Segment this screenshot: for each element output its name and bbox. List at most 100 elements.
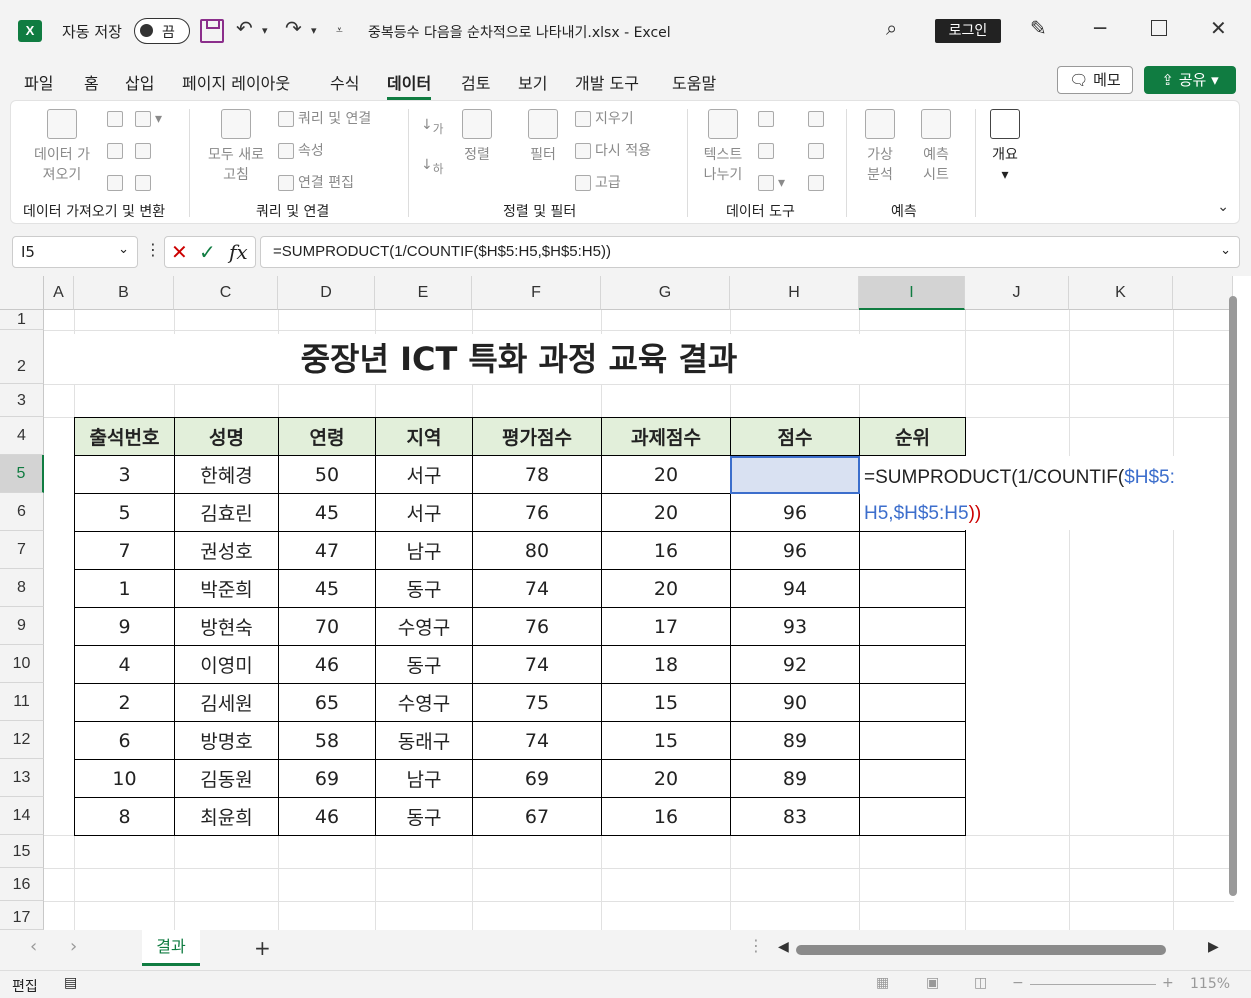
what-if-analysis-button[interactable]: 가상 분석 — [857, 109, 903, 185]
cell[interactable] — [859, 797, 966, 836]
cell[interactable] — [859, 645, 966, 684]
cell[interactable]: 권성호 — [174, 531, 279, 570]
recent-sources-icon[interactable] — [135, 141, 155, 161]
cell[interactable]: 74 — [472, 645, 602, 684]
zoom-level[interactable]: 115% — [1190, 976, 1230, 992]
sheet-tab-result[interactable]: 결과 — [142, 930, 200, 966]
tab-help[interactable]: 도움말 — [672, 70, 716, 94]
enter-icon[interactable]: ✓ — [199, 240, 216, 264]
cell[interactable]: 16 — [601, 531, 731, 570]
filter-button[interactable]: 필터 — [521, 109, 565, 165]
cell[interactable]: 17 — [601, 607, 731, 646]
tab-review[interactable]: 검토 — [461, 70, 490, 94]
header-attendance-number[interactable]: 출석번호 — [74, 417, 175, 456]
advanced-filter-button[interactable]: 고급 — [575, 173, 621, 193]
cell[interactable] — [859, 531, 966, 570]
accessibility-icon[interactable]: ▤ — [64, 975, 77, 991]
header-evaluation-score[interactable]: 평가점수 — [472, 417, 602, 456]
cell[interactable]: 5 — [74, 493, 175, 532]
column-header-l[interactable] — [1173, 276, 1233, 310]
cell[interactable] — [859, 759, 966, 798]
forecast-sheet-button[interactable]: 예측 시트 — [913, 109, 959, 185]
properties-button[interactable]: 속성 — [278, 141, 324, 161]
cell[interactable]: 89 — [730, 759, 860, 798]
cell[interactable]: 58 — [278, 721, 376, 760]
refresh-all-button[interactable]: 모두 새로 고침 — [200, 109, 272, 185]
close-icon[interactable]: ✕ — [1210, 16, 1227, 40]
outline-button[interactable]: 개요 ▾ — [986, 109, 1024, 185]
tab-file[interactable]: 파일 — [24, 70, 53, 94]
cell[interactable]: 3 — [74, 455, 175, 494]
from-range-icon[interactable] — [107, 173, 127, 193]
cell[interactable]: 18 — [601, 645, 731, 684]
collapse-ribbon-icon[interactable]: ⌄ — [1217, 199, 1229, 215]
remove-duplicates-icon[interactable] — [758, 141, 778, 161]
minimize-icon[interactable]: ─ — [1094, 16, 1106, 40]
cell[interactable]: 74 — [472, 721, 602, 760]
cell[interactable]: 8 — [74, 797, 175, 836]
row-header[interactable]: 15 — [0, 835, 44, 868]
tab-page-layout[interactable]: 페이지 레이아웃 — [182, 70, 290, 94]
name-box-dropdown-icon[interactable]: ⌄ — [118, 242, 129, 257]
tab-data[interactable]: 데이터 — [387, 70, 432, 100]
cell[interactable]: 65 — [278, 683, 376, 722]
row-header[interactable]: 4 — [0, 417, 44, 455]
cell[interactable]: 4 — [74, 645, 175, 684]
column-header-d[interactable]: D — [278, 276, 375, 310]
cell[interactable]: 45 — [278, 569, 376, 608]
cell[interactable]: 동구 — [375, 797, 473, 836]
cell[interactable]: 74 — [472, 569, 602, 608]
header-region[interactable]: 지역 — [375, 417, 473, 456]
row-header[interactable]: 6 — [0, 493, 44, 531]
cell[interactable]: 동구 — [375, 645, 473, 684]
cell[interactable]: 방현숙 — [174, 607, 279, 646]
cell[interactable]: 20 — [601, 455, 731, 494]
add-sheet-icon[interactable]: + — [254, 936, 271, 960]
tab-home[interactable]: 홈 — [84, 70, 99, 94]
prev-sheet-icon[interactable]: ‹ — [30, 936, 37, 957]
cell[interactable]: 83 — [730, 797, 860, 836]
from-table-icon[interactable]: ▾ — [135, 109, 162, 129]
edit-links-button[interactable]: 연결 편집 — [278, 173, 354, 193]
data-validation-icon[interactable]: ▾ — [758, 173, 785, 193]
cell[interactable] — [859, 721, 966, 760]
column-header-k[interactable]: K — [1069, 276, 1173, 310]
header-rank[interactable]: 순위 — [859, 417, 966, 456]
cell[interactable]: 9 — [74, 607, 175, 646]
customize-toolbar-icon[interactable]: ⩡ — [336, 23, 343, 38]
cell[interactable]: 김동원 — [174, 759, 279, 798]
zoom-slider[interactable] — [1030, 984, 1156, 985]
tab-view[interactable]: 보기 — [518, 70, 547, 94]
row-header[interactable]: 10 — [0, 645, 44, 683]
cell[interactable]: 방명호 — [174, 721, 279, 760]
cell[interactable]: 16 — [601, 797, 731, 836]
cell[interactable]: 김세원 — [174, 683, 279, 722]
login-button[interactable]: 로그인 — [935, 19, 1001, 43]
next-sheet-icon[interactable]: › — [70, 936, 77, 957]
name-box[interactable]: I5 ⌄ — [12, 236, 138, 268]
header-assignment-score[interactable]: 과제점수 — [601, 417, 731, 456]
row-header[interactable]: 3 — [0, 384, 44, 417]
cell[interactable]: 2 — [74, 683, 175, 722]
cell[interactable]: 80 — [472, 531, 602, 570]
column-header-i[interactable]: I — [859, 276, 965, 310]
cell[interactable]: 47 — [278, 531, 376, 570]
cell[interactable]: 76 — [472, 607, 602, 646]
cell[interactable] — [859, 607, 966, 646]
comments-button[interactable]: 🗨 메모 — [1057, 66, 1133, 94]
cell[interactable]: 67 — [472, 797, 602, 836]
page-break-view-icon[interactable]: ◫ — [974, 975, 987, 991]
autosave-toggle[interactable]: 끔 — [134, 18, 190, 44]
cell[interactable]: 남구 — [375, 531, 473, 570]
more-icon[interactable]: ⋮ — [145, 240, 161, 259]
reapply-button[interactable]: 다시 적용 — [575, 141, 651, 161]
cell[interactable]: 최윤희 — [174, 797, 279, 836]
get-data-button[interactable]: 데이터 가 져오기 — [27, 109, 97, 185]
cell[interactable]: 20 — [601, 569, 731, 608]
cell[interactable]: 78 — [472, 455, 602, 494]
sort-descending-icon[interactable]: ↓하 — [421, 155, 443, 179]
column-header-g[interactable]: G — [601, 276, 730, 310]
cell[interactable]: 96 — [730, 531, 860, 570]
cell[interactable]: 93 — [730, 607, 860, 646]
column-header-b[interactable]: B — [74, 276, 174, 310]
